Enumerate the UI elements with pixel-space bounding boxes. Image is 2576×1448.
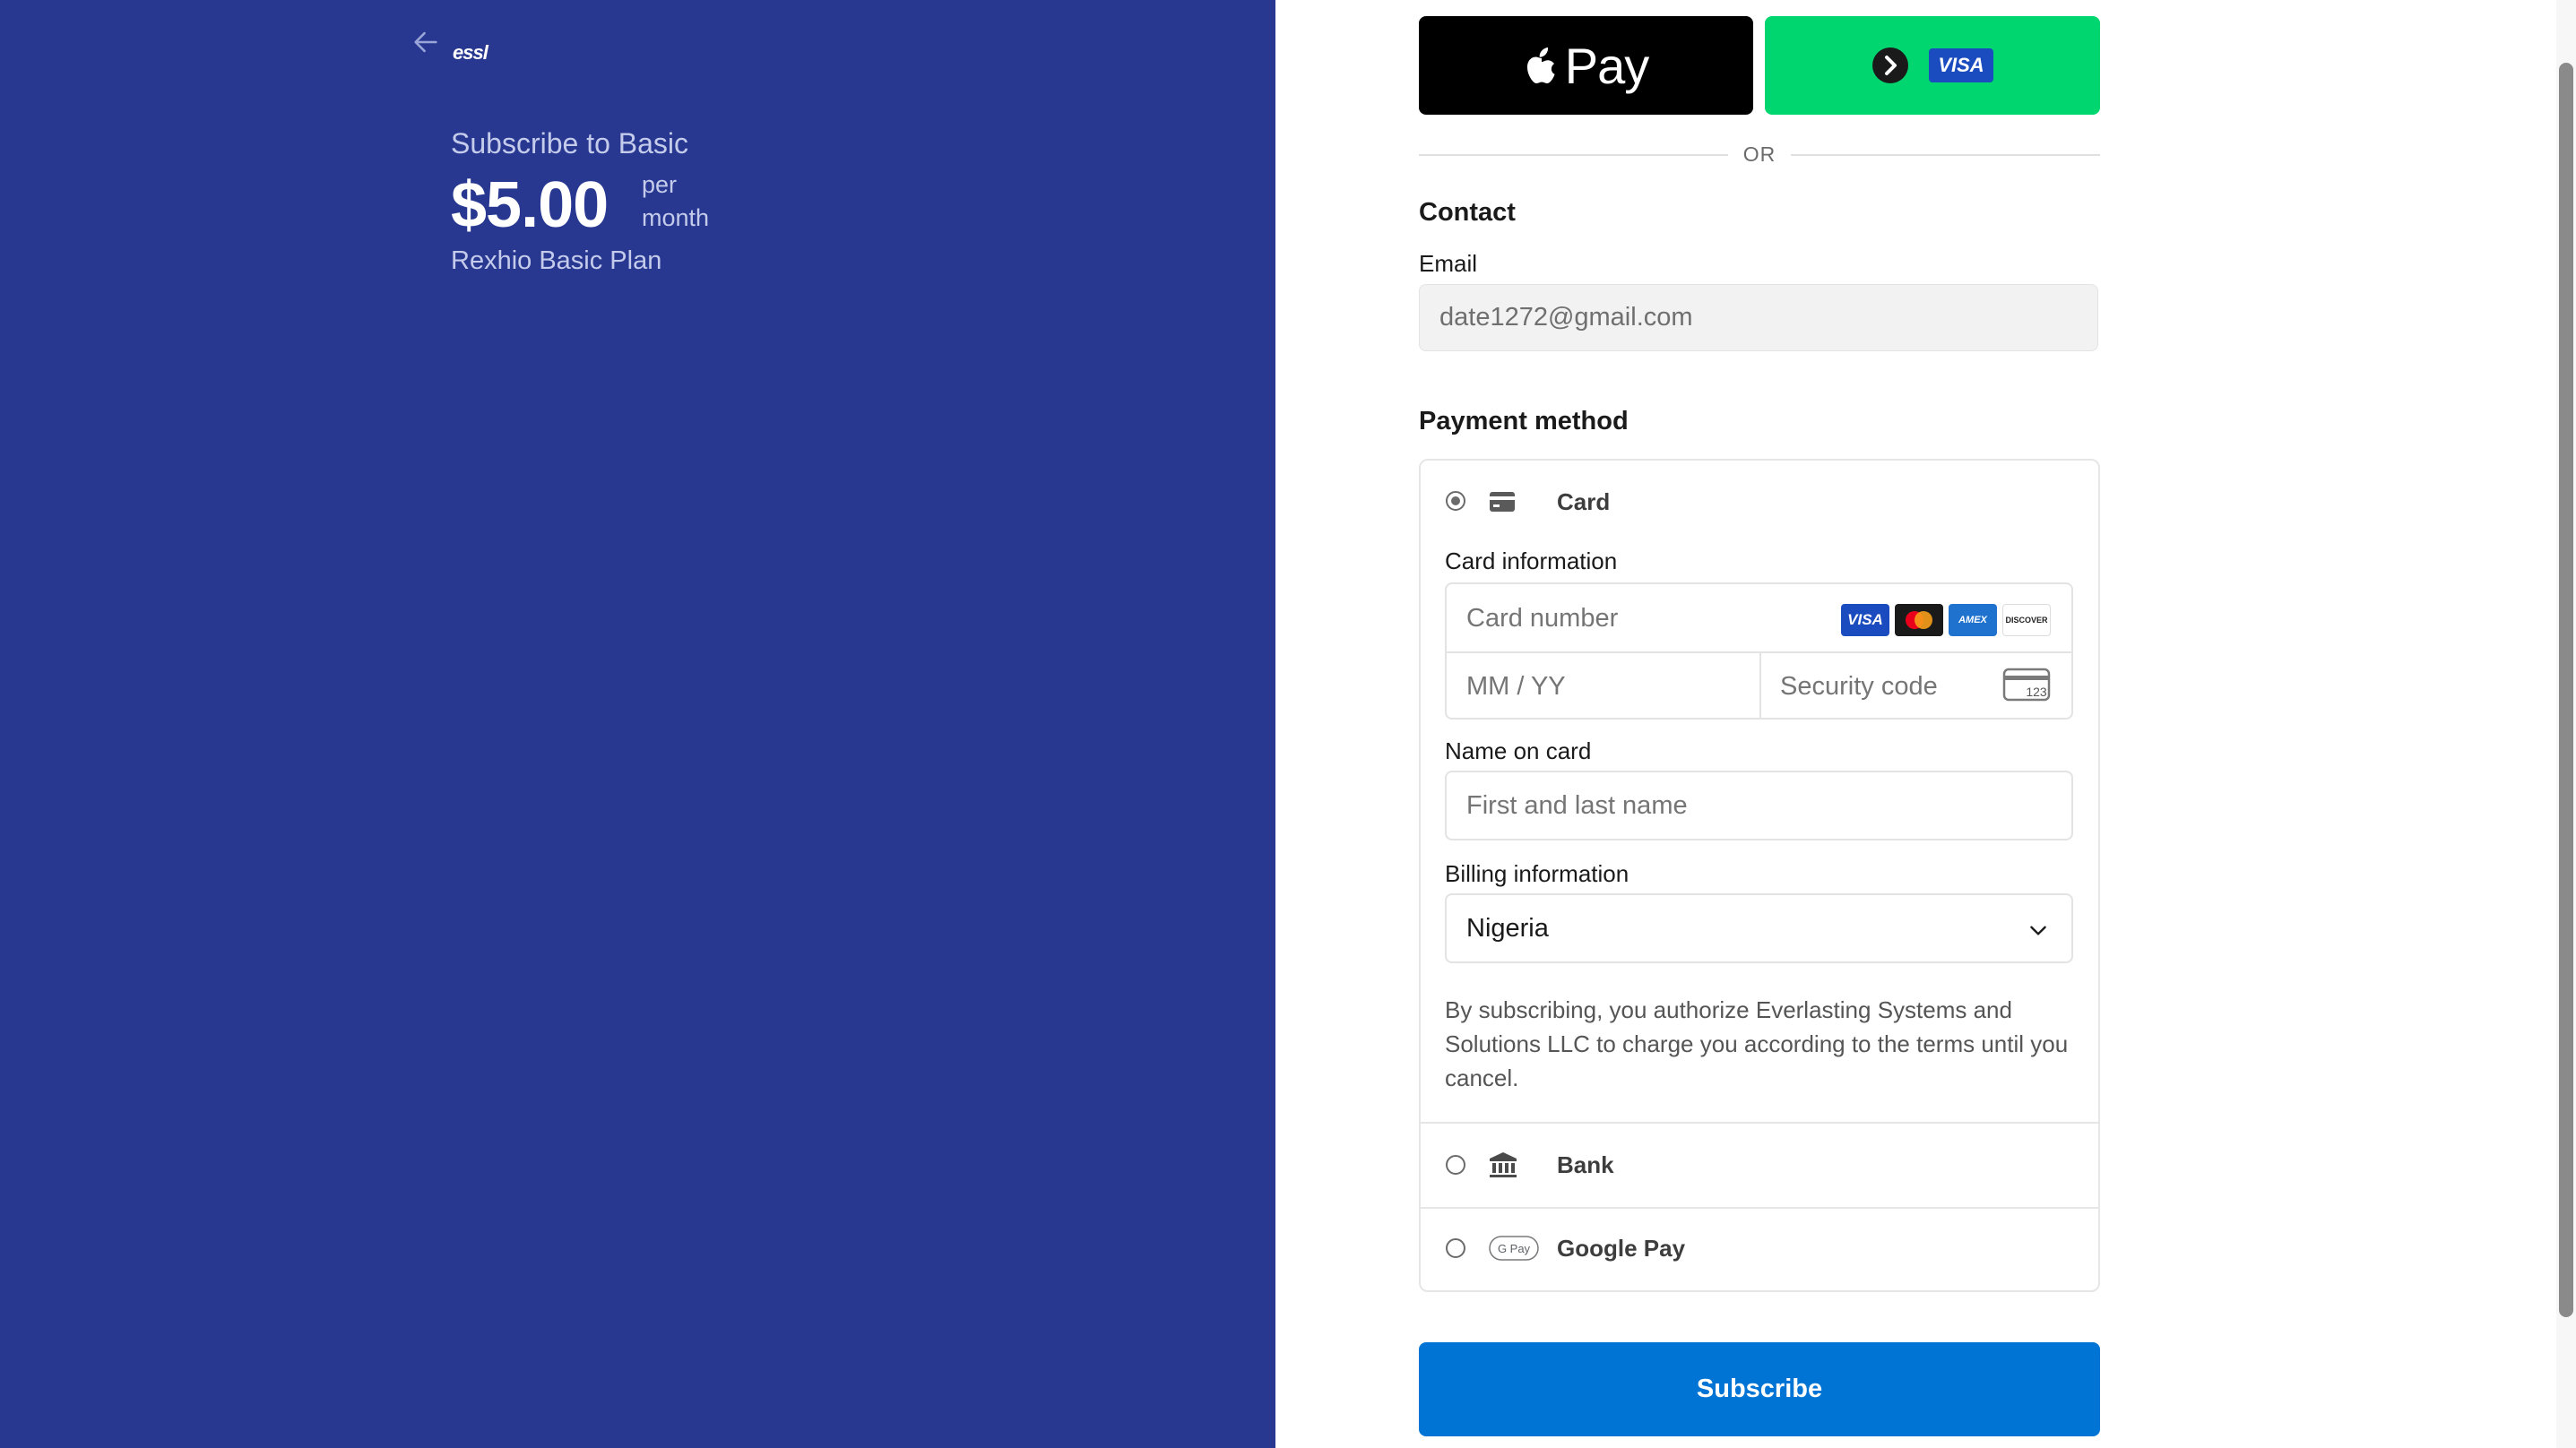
- bank-option-label: Bank: [1557, 1151, 1614, 1178]
- amex-card-icon: AMEX: [1949, 604, 1997, 636]
- arrow-right-circle-icon: [1872, 47, 1909, 83]
- country-value: Nigeria: [1466, 913, 1549, 943]
- payment-option-bank[interactable]: Bank: [1421, 1124, 2098, 1206]
- card-number-input[interactable]: Card number: [1466, 601, 1618, 635]
- apple-logo-icon: [1526, 47, 1555, 83]
- payment-option-card[interactable]: Card: [1421, 461, 2098, 532]
- mastercard-icon: [1895, 604, 1943, 636]
- bank-icon: [1490, 1152, 1517, 1177]
- google-pay-option-label: Google Pay: [1557, 1235, 1686, 1262]
- payment-method-heading: Payment method: [1419, 407, 1629, 435]
- brand-logo[interactable]: essl: [453, 39, 488, 66]
- subscribe-title: Subscribe to Basic: [451, 127, 689, 159]
- expiry-input[interactable]: MM / YY: [1466, 669, 1566, 703]
- email-field[interactable]: date1272@gmail.com: [1419, 284, 2098, 351]
- payment-option-google-pay[interactable]: G Pay Google Pay: [1421, 1209, 2098, 1291]
- back-arrow-icon[interactable]: [411, 27, 441, 57]
- chevron-down-icon: [2030, 926, 2046, 935]
- google-pay-icon: G Pay: [1489, 1236, 1539, 1261]
- apple-pay-button[interactable]: Pay: [1419, 16, 1753, 115]
- visa-card-icon: VISA: [1841, 604, 1889, 636]
- svg-text:G Pay: G Pay: [1498, 1242, 1531, 1255]
- divider-line-right: [1791, 154, 2100, 156]
- plan-name: Rexhio Basic Plan: [451, 246, 662, 275]
- card-option-label: Card: [1557, 488, 1611, 515]
- cvc-icon-digits: 123: [2026, 685, 2047, 699]
- card-information-group: Card number VISA AMEX DISCOVER MM / YY S…: [1445, 582, 2073, 720]
- discover-card-icon: DISCOVER: [2002, 604, 2051, 636]
- contact-heading: Contact: [1419, 198, 1516, 227]
- bank-radio[interactable]: [1446, 1155, 1465, 1175]
- terms-text: By subscribing, you authorize Everlastin…: [1445, 996, 2069, 1091]
- card-radio[interactable]: [1446, 491, 1465, 511]
- credit-card-icon: [1490, 492, 1515, 512]
- country-select[interactable]: Nigeria: [1445, 893, 2073, 963]
- card-information-label: Card information: [1445, 547, 1618, 574]
- google-pay-radio[interactable]: [1446, 1238, 1465, 1258]
- visa-logo: VISA: [1929, 48, 1993, 82]
- price-amount: $5.00: [451, 169, 609, 241]
- order-summary-panel: essl Subscribe to Basic $5.00 per month …: [0, 0, 1275, 1448]
- cvc-icon: 123: [2002, 668, 2051, 702]
- click-to-pay-button[interactable]: VISA: [1765, 16, 2100, 115]
- name-on-card-input[interactable]: First and last name: [1445, 771, 2073, 840]
- billing-information-label: Billing information: [1445, 860, 1629, 887]
- email-label: Email: [1419, 250, 1478, 277]
- apple-pay-label: Pay: [1564, 37, 1649, 94]
- security-code-input[interactable]: Security code: [1780, 669, 1938, 703]
- subscribe-button[interactable]: Subscribe: [1419, 1342, 2100, 1436]
- scrollbar-track[interactable]: [2556, 0, 2576, 1448]
- price-period-line2: month: [642, 204, 710, 231]
- price-period-line1: per: [642, 171, 678, 198]
- or-divider: OR: [1419, 139, 2100, 169]
- scrollbar-thumb[interactable]: [2559, 63, 2573, 1317]
- card-column-divider: [1759, 653, 1761, 718]
- name-on-card-label: Name on card: [1445, 737, 1592, 764]
- price-period: per month: [642, 168, 709, 235]
